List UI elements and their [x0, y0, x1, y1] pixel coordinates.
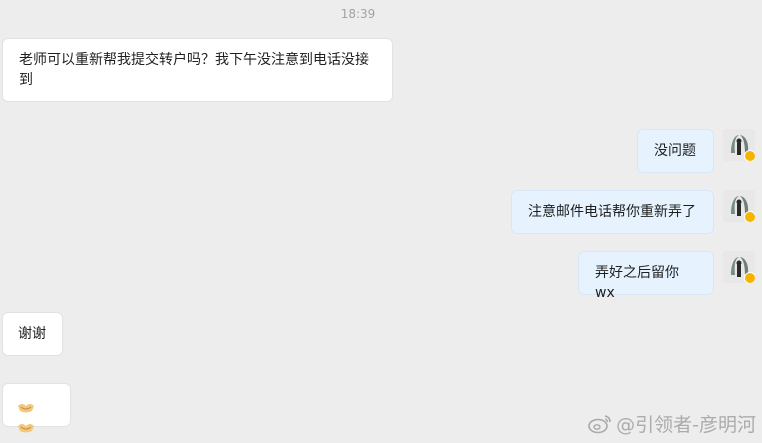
user-avatar[interactable]: [723, 190, 755, 222]
verified-badge-icon: [744, 150, 755, 161]
incoming-message-bubble[interactable]: [3, 384, 70, 433]
handshake-emoji-icon: [18, 404, 34, 413]
watermark-text: @引领者-彦明河: [616, 414, 756, 436]
chat-window: 18:39 老师可以重新帮我提交转户吗？我下午没注意到电话没接到 没问题 注意邮…: [0, 0, 762, 443]
user-avatar[interactable]: [723, 251, 755, 283]
weibo-watermark: @引领者-彦明河: [588, 410, 756, 437]
message-text: 没问题: [654, 143, 696, 159]
incoming-message-bubble[interactable]: 老师可以重新帮我提交转户吗？我下午没注意到电话没接到: [3, 39, 392, 101]
message-timestamp: 18:39: [340, 7, 376, 21]
user-avatar[interactable]: [723, 129, 755, 161]
outgoing-message-bubble[interactable]: 注意邮件电话帮你重新弄了: [512, 191, 713, 233]
verified-badge-icon: [744, 272, 755, 283]
message-text: 弄好之后留你wx: [595, 265, 679, 301]
incoming-message-bubble[interactable]: 谢谢: [3, 313, 62, 355]
message-text: 老师可以重新帮我提交转户吗？我下午没注意到电话没接到: [19, 52, 369, 88]
message-text: 谢谢: [18, 326, 46, 342]
verified-badge-icon: [744, 211, 755, 222]
handshake-emoji-icon: [18, 424, 34, 433]
outgoing-message-bubble[interactable]: 弄好之后留你wx: [579, 252, 713, 301]
message-text: 注意邮件电话帮你重新弄了: [528, 204, 696, 220]
outgoing-message-bubble[interactable]: 没问题: [638, 130, 713, 172]
weibo-logo-icon: [588, 414, 611, 433]
